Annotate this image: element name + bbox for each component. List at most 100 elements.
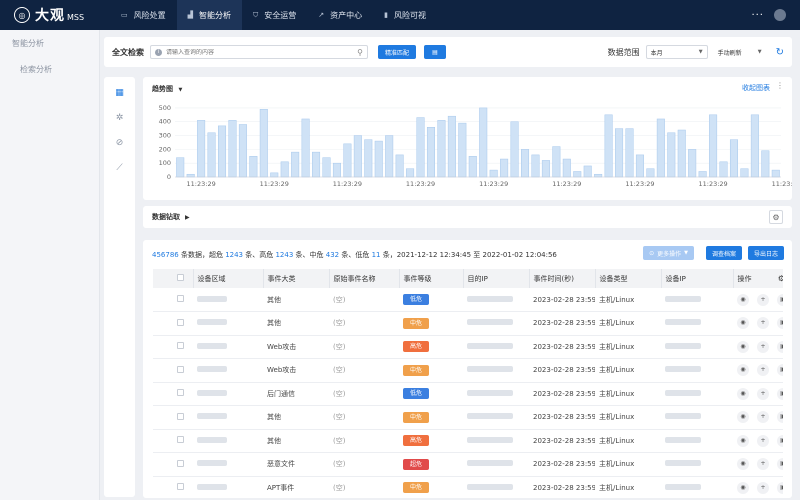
- chart-bar[interactable]: [374, 140, 383, 178]
- chart-bar[interactable]: [552, 146, 561, 178]
- col-device-area[interactable]: 设备区域: [193, 269, 264, 288]
- row-checkbox[interactable]: [177, 389, 184, 397]
- add-icon[interactable]: +: [757, 317, 769, 330]
- terminal-icon[interactable]: ▣: [777, 340, 783, 353]
- gear-icon[interactable]: ⚙: [778, 274, 783, 283]
- chart-bar[interactable]: [301, 118, 310, 178]
- chart-bar[interactable]: [218, 125, 227, 178]
- nav-asset-center[interactable]: ↗ 资产中心: [307, 0, 373, 30]
- terminal-icon[interactable]: ▣: [777, 481, 783, 494]
- archive-button[interactable]: 调查档案: [705, 246, 742, 260]
- chart-bar[interactable]: [761, 150, 770, 178]
- chart-bar[interactable]: [750, 114, 759, 178]
- chart-bar[interactable]: [625, 128, 634, 178]
- chart-bar[interactable]: [489, 169, 498, 178]
- chart-bar[interactable]: [729, 139, 738, 178]
- eye-icon[interactable]: ◉: [737, 434, 749, 447]
- network-icon[interactable]: ✲: [112, 110, 128, 126]
- nav-risk-visual[interactable]: ▮ 风险可视: [373, 0, 437, 30]
- add-icon[interactable]: +: [757, 434, 769, 447]
- chart-bar[interactable]: [447, 115, 456, 178]
- col-device-type[interactable]: 设备类型: [595, 269, 662, 288]
- col-dest-ip[interactable]: 目的IP: [463, 269, 530, 288]
- terminal-icon[interactable]: ▣: [777, 458, 783, 471]
- chart-bar[interactable]: [562, 158, 571, 178]
- chart-bar[interactable]: [322, 157, 331, 178]
- chart-bar[interactable]: [468, 156, 477, 178]
- row-checkbox[interactable]: [177, 483, 184, 491]
- chart-bar[interactable]: [677, 129, 686, 178]
- more-icon[interactable]: ···: [751, 10, 764, 21]
- eye-icon[interactable]: ◉: [737, 387, 749, 400]
- chart-bar[interactable]: [698, 171, 707, 178]
- select-all-checkbox[interactable]: [177, 274, 184, 281]
- table-row[interactable]: 其他(空) 中危 2023-02-28 23:59:59主机/Linux ◉ + ▣: [153, 311, 783, 336]
- row-checkbox[interactable]: [177, 295, 184, 302]
- eye-icon[interactable]: ◉: [737, 458, 749, 471]
- chart-bar[interactable]: [186, 173, 195, 178]
- terminal-icon[interactable]: ▣: [777, 317, 783, 330]
- add-icon[interactable]: +: [757, 481, 769, 494]
- chart-bar[interactable]: [541, 160, 550, 178]
- more-actions-button[interactable]: ⊙ 更多操作 ▼: [643, 246, 694, 260]
- logo[interactable]: ◎ 大观 MSS: [0, 5, 110, 25]
- table-row[interactable]: Web攻击(空) 高危 2023-02-28 23:59:59主机/Linux ◉ + ▣: [153, 335, 783, 359]
- add-icon[interactable]: +: [757, 293, 769, 306]
- avatar[interactable]: [774, 9, 786, 21]
- search-icon[interactable]: ⚲: [357, 48, 363, 57]
- refresh-select[interactable]: 手动刷新 ▼: [713, 45, 766, 59]
- chart-bar[interactable]: [228, 120, 237, 178]
- row-checkbox[interactable]: [177, 318, 184, 326]
- chart-bar[interactable]: [667, 132, 676, 178]
- chart-bar[interactable]: [259, 109, 268, 178]
- chart-bar[interactable]: [719, 161, 728, 178]
- chart-bar[interactable]: [740, 168, 749, 178]
- row-checkbox[interactable]: [177, 365, 184, 373]
- chart-bar[interactable]: [615, 128, 624, 178]
- chart-bar[interactable]: [510, 121, 519, 178]
- col-level[interactable]: 事件等级: [399, 269, 464, 288]
- chart-bar[interactable]: [343, 143, 352, 178]
- chart-bar[interactable]: [458, 122, 467, 178]
- eye-icon[interactable]: ◉: [737, 317, 749, 330]
- chart-bar[interactable]: [688, 149, 697, 178]
- table-row[interactable]: 后门通信(空) 低危 2023-02-28 23:59:59主机/Linux ◉ + ▣: [153, 382, 783, 406]
- col-category[interactable]: 事件大类: [263, 269, 330, 288]
- terminal-icon[interactable]: ▣: [777, 434, 783, 447]
- col-device-ip[interactable]: 设备IP: [661, 269, 734, 288]
- collapse-chart-link[interactable]: 收起图表: [742, 83, 770, 93]
- row-checkbox[interactable]: [177, 412, 184, 420]
- nav-smart-analysis[interactable]: ▟ 智能分析: [176, 0, 243, 30]
- eye-icon[interactable]: ◉: [737, 340, 749, 353]
- chart-bar[interactable]: [312, 151, 321, 178]
- chevron-right-icon[interactable]: ▶: [185, 214, 190, 221]
- link-icon[interactable]: ⊘: [112, 135, 128, 151]
- chart-bar[interactable]: [604, 114, 613, 178]
- row-checkbox[interactable]: [177, 342, 184, 350]
- eye-icon[interactable]: ◉: [737, 481, 749, 494]
- table-row[interactable]: 恶意文件(空) 超危 2023-02-28 23:59:59主机/Linux ◉ + ▣: [153, 452, 783, 477]
- nav-security-ops[interactable]: ⛉ 安全运营: [242, 0, 307, 30]
- range-select[interactable]: 本月 ▼: [645, 45, 708, 59]
- col-raw-name[interactable]: 原始事件名称: [329, 269, 400, 288]
- terminal-icon[interactable]: ▣: [777, 293, 783, 306]
- trend-chart-icon[interactable]: ⟋: [112, 160, 128, 176]
- more-vertical-icon[interactable]: ⋮: [776, 81, 784, 90]
- chart-bar[interactable]: [573, 171, 582, 178]
- chart-bar[interactable]: [364, 139, 373, 178]
- col-event-time[interactable]: 事件时间(秒): [529, 269, 596, 288]
- exact-match-button[interactable]: 精准匹配: [378, 45, 417, 59]
- chart-bar[interactable]: [406, 168, 415, 178]
- chart-bar[interactable]: [197, 120, 206, 178]
- sidebar-item-search-analysis[interactable]: 检索分析: [0, 56, 99, 82]
- chart-bar[interactable]: [416, 117, 425, 178]
- chart-bar[interactable]: [646, 168, 655, 178]
- export-log-button[interactable]: 导出日志: [747, 246, 784, 260]
- sidebar-item-smart-analysis[interactable]: 智能分析: [0, 30, 99, 56]
- chart-bar[interactable]: [353, 135, 362, 178]
- table-row[interactable]: 其他(空) 高危 2023-02-28 23:59:59主机/Linux ◉ + ▣: [153, 429, 783, 453]
- add-icon[interactable]: +: [757, 387, 769, 400]
- nav-risk-handling[interactable]: ▭ 风险处置: [110, 0, 177, 30]
- add-icon[interactable]: +: [757, 340, 769, 353]
- chart-bar[interactable]: [270, 172, 279, 178]
